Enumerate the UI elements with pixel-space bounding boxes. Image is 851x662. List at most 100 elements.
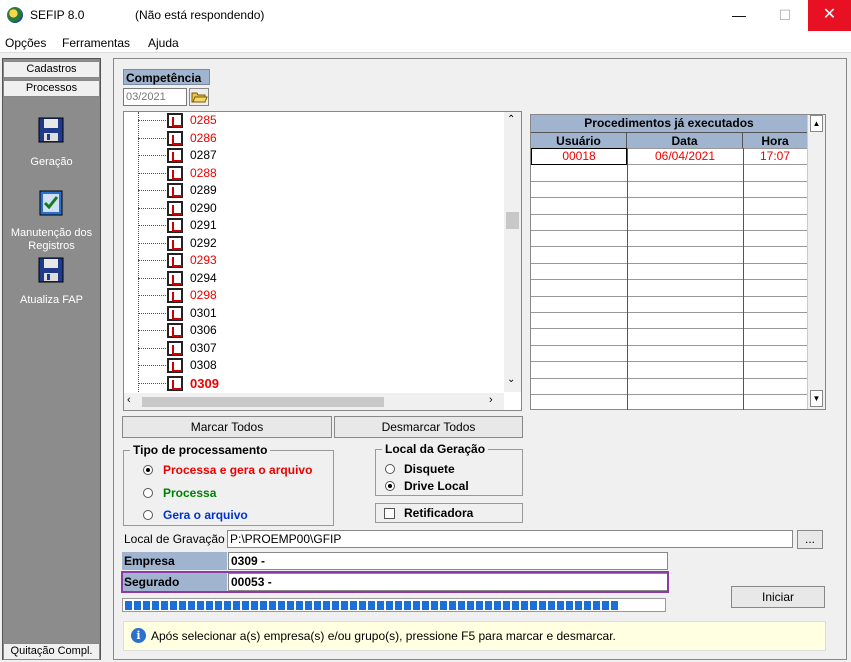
tree-item-code[interactable]: 0308 — [190, 358, 217, 372]
radio-gera-arquivo[interactable] — [143, 510, 153, 520]
sidebar-item-manutencao[interactable]: Manutenção dos Registros — [3, 227, 100, 253]
scroll-up-arrow-icon[interactable]: ⌃ — [507, 114, 515, 125]
open-folder-button[interactable] — [189, 88, 209, 106]
radio-processa-gera[interactable] — [143, 465, 153, 475]
tree-item[interactable]: 0286 — [124, 130, 504, 147]
local-gravacao-label: Local de Gravação — [124, 532, 225, 546]
tree-item[interactable]: 0309 — [124, 375, 504, 392]
tree-item[interactable]: 0307 — [124, 340, 504, 357]
sidebar-item-geracao[interactable]: Geração — [3, 156, 100, 169]
empresa-label: Empresa — [122, 552, 227, 570]
retificadora-label[interactable]: Retificadora — [404, 506, 473, 520]
tree-item[interactable]: 0306 — [124, 322, 504, 339]
desmarcar-todos-button[interactable]: Desmarcar Todos — [334, 416, 523, 438]
tree-item-code[interactable]: 0290 — [190, 201, 217, 215]
scroll-down-arrow-icon[interactable]: ⌄ — [507, 374, 515, 385]
tree-item-code[interactable]: 0301 — [190, 306, 217, 320]
tree-horizontal-scroll-thumb[interactable] — [142, 397, 384, 407]
progress-block — [602, 601, 609, 610]
tree-item-code[interactable]: 0298 — [190, 288, 217, 302]
tree-item[interactable]: 0289 — [124, 182, 504, 199]
retificadora-checkbox[interactable] — [384, 508, 395, 519]
menu-ajuda[interactable]: Ajuda — [148, 36, 179, 50]
menu-ferramentas[interactable]: Ferramentas — [62, 36, 130, 50]
tree-item[interactable]: 0308 — [124, 357, 504, 374]
folder-open-icon — [191, 92, 208, 103]
tree-item-code[interactable]: 0294 — [190, 271, 217, 285]
tree-connector — [138, 207, 166, 209]
company-icon — [167, 200, 183, 216]
tab-cadastros[interactable]: Cadastros — [3, 61, 100, 78]
iniciar-button[interactable]: Iniciar — [731, 586, 825, 608]
competencia-input[interactable]: 03/2021 — [123, 88, 187, 106]
option-processa-gera[interactable]: Processa e gera o arquivo — [163, 463, 312, 477]
grid-row-line — [531, 180, 807, 182]
minimize-button[interactable]: — — [716, 2, 762, 30]
tree-item-code[interactable]: 0285 — [190, 113, 217, 127]
option-processa[interactable]: Processa — [163, 486, 216, 500]
checklist-icon[interactable] — [35, 187, 67, 219]
tree-item[interactable]: 0291 — [124, 217, 504, 234]
tree-connector — [138, 190, 166, 191]
tree-item-code[interactable]: 0307 — [190, 341, 217, 355]
progress-block — [314, 601, 321, 610]
tree-item[interactable]: 0287 — [124, 147, 504, 164]
progress-block — [341, 601, 348, 610]
radio-drive-local[interactable] — [385, 481, 395, 491]
tab-quitacao-compl[interactable]: Quitação Compl. — [3, 643, 100, 660]
tree-item-code[interactable]: 0287 — [190, 148, 217, 162]
grid-cell-hora[interactable]: 17:07 — [743, 149, 807, 164]
tab-processos[interactable]: Processos — [3, 80, 100, 97]
tree-item[interactable]: 0285 — [124, 112, 504, 129]
sidebar: Cadastros Processos Geração Manutenção d… — [2, 58, 101, 660]
progress-block — [404, 601, 411, 610]
tree-item-code[interactable]: 0306 — [190, 323, 217, 337]
tree-item-code[interactable]: 0292 — [190, 236, 217, 250]
option-disquete[interactable]: Disquete — [404, 462, 455, 476]
progress-block — [476, 601, 483, 610]
tree-item[interactable]: 0288 — [124, 165, 504, 182]
radio-processa[interactable] — [143, 488, 153, 498]
sidebar-item-atualiza-fap[interactable]: Atualiza FAP — [3, 294, 100, 307]
tree-vertical-scrollbar[interactable]: ⌃ ⌄ — [504, 112, 521, 392]
tree-item[interactable]: 0294 — [124, 270, 504, 287]
scroll-right-arrow-icon[interactable]: › — [489, 394, 493, 406]
tree-item[interactable]: 0301 — [124, 305, 504, 322]
marcar-todos-button[interactable]: Marcar Todos — [122, 416, 332, 438]
grid-cell-data[interactable]: 06/04/2021 — [627, 149, 743, 164]
option-drive-local[interactable]: Drive Local — [404, 479, 469, 493]
tree-item-code[interactable]: 0286 — [190, 131, 217, 145]
tree-item[interactable]: 0293 — [124, 252, 504, 269]
floppy-disk-icon[interactable] — [35, 254, 67, 286]
floppy-disk-icon[interactable] — [35, 114, 67, 146]
empresa-value: 0309 - — [228, 552, 668, 570]
tree-item-code[interactable]: 0288 — [190, 166, 217, 180]
grid-scroll-up-icon[interactable]: ▲ — [810, 115, 823, 132]
browse-button[interactable]: ... — [797, 530, 823, 549]
tree-item-code[interactable]: 0293 — [190, 253, 217, 267]
menu-opcoes[interactable]: Opções — [5, 36, 46, 50]
tree-item-code[interactable]: 0309 — [190, 376, 219, 391]
grid-row-line — [531, 377, 807, 379]
maximize-button[interactable]: ☐ — [762, 2, 808, 30]
tree-item[interactable]: 0292 — [124, 235, 504, 252]
tree-item[interactable]: 0290 — [124, 200, 504, 217]
progress-block — [224, 601, 231, 610]
scroll-left-arrow-icon[interactable]: ‹ — [127, 394, 131, 406]
company-icon — [167, 130, 183, 146]
grid-scroll-down-icon[interactable]: ▼ — [810, 390, 823, 407]
progress-block — [215, 601, 222, 610]
hint-text: Após selecionar a(s) empresa(s) e/ou gru… — [151, 629, 616, 643]
close-button[interactable]: ✕ — [808, 0, 851, 31]
tree-item-code[interactable]: 0289 — [190, 183, 217, 197]
empresa-tree[interactable]: 0285 0286 0287 0288 0289 0290 0291 0292 0293 0294… — [123, 111, 522, 411]
grid-vertical-scrollbar[interactable]: ▲ ▼ — [807, 115, 825, 409]
grid-cell-usuario[interactable]: 00018 — [531, 149, 627, 164]
tree-item[interactable]: 0298 — [124, 287, 504, 304]
tipo-processamento-title: Tipo de processamento — [130, 443, 271, 457]
option-gera-arquivo[interactable]: Gera o arquivo — [163, 508, 248, 522]
tree-vertical-scroll-thumb[interactable] — [506, 212, 519, 229]
radio-disquete[interactable] — [385, 464, 395, 474]
local-gravacao-input[interactable]: P:\PROEMP00\GFIP — [227, 530, 793, 548]
tree-item-code[interactable]: 0291 — [190, 218, 217, 232]
